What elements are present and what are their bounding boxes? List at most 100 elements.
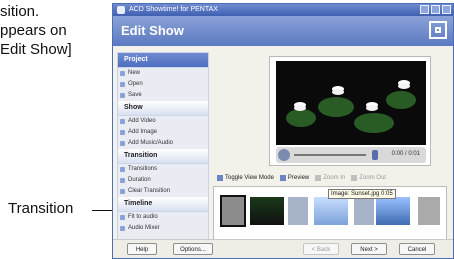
sidebar-item-audio-mixer[interactable]: Audio Mixer bbox=[118, 223, 208, 234]
zoom-out-icon bbox=[351, 175, 358, 181]
leaf-shape bbox=[286, 109, 316, 127]
preview-panel: 0:00 / 0:01 bbox=[269, 56, 431, 166]
timeline-clip[interactable] bbox=[250, 197, 284, 225]
sidebar-section-timeline: Timeline Fit to audio Audio Mixer bbox=[118, 197, 208, 234]
sidebar-section-title-timeline: Timeline bbox=[118, 197, 208, 212]
leaf-shape bbox=[318, 97, 354, 117]
play-button[interactable] bbox=[278, 149, 290, 161]
sidebar-item-label: Add Image bbox=[128, 129, 158, 135]
sidebar-section-show: Show Add Video Add Image Add Music/Audio bbox=[118, 101, 208, 149]
document-text-block: sition. ppears on Edit Show] bbox=[0, 2, 112, 59]
sidebar-section-transition: Transition Transitions Duration Clear Tr… bbox=[118, 149, 208, 197]
transition-slot-selected[interactable] bbox=[220, 195, 246, 227]
document-line-1: sition. bbox=[0, 3, 40, 20]
playback-time: 0:00 / 0:01 bbox=[391, 151, 420, 157]
clock-icon bbox=[120, 178, 125, 183]
flower-shape bbox=[332, 89, 344, 95]
sidebar-item-clear-transition[interactable]: Clear Transition bbox=[118, 186, 208, 197]
sidebar-section-title-show: Show bbox=[118, 101, 208, 116]
save-icon bbox=[120, 93, 125, 98]
zoom-out-button[interactable]: Zoom Out bbox=[351, 175, 386, 181]
sidebar-item-transitions[interactable]: Transitions bbox=[118, 164, 208, 175]
mixer-icon bbox=[120, 226, 125, 231]
clear-icon bbox=[120, 189, 125, 194]
sidebar-item-label: Duration bbox=[128, 177, 151, 183]
clip-tooltip: Image: Sunset.jpg 0:05 bbox=[328, 189, 396, 199]
preview-label: Preview bbox=[287, 175, 310, 181]
sidebar-item-label: Open bbox=[128, 81, 143, 87]
transition-slot[interactable] bbox=[418, 197, 440, 225]
close-button[interactable] bbox=[442, 5, 451, 14]
timeline-toolbar: Toggle View Mode Preview Zoom In Zoom Ou… bbox=[213, 172, 451, 184]
options-button[interactable]: Options... bbox=[173, 243, 213, 255]
music-icon bbox=[120, 141, 125, 146]
zoom-in-icon bbox=[315, 175, 322, 181]
callout-transition-label: Transition bbox=[8, 200, 74, 217]
minimize-button[interactable] bbox=[420, 5, 429, 14]
sidebar-item-fit-to-audio[interactable]: Fit to audio bbox=[118, 212, 208, 223]
sidebar-item-label: Audio Mixer bbox=[128, 225, 160, 231]
sidebar-section-project: Project New Open Save bbox=[118, 53, 208, 101]
zoom-out-label: Zoom Out bbox=[359, 175, 386, 181]
open-icon bbox=[120, 82, 125, 87]
sidebar: Project New Open Save Show Add Video Add… bbox=[117, 52, 209, 242]
flower-shape bbox=[294, 105, 306, 111]
playback-controls: 0:00 / 0:01 bbox=[276, 147, 426, 163]
window-buttons bbox=[420, 5, 451, 14]
window-title: ACD Showtime! for PENTAX bbox=[129, 6, 218, 13]
seek-slider[interactable] bbox=[294, 154, 366, 156]
preview-button[interactable]: Preview bbox=[279, 175, 310, 181]
bottom-bar: Help Options... < Back Next > Cancel bbox=[113, 239, 453, 258]
app-window: ACD Showtime! for PENTAX Edit Show Proje… bbox=[112, 3, 454, 259]
toggle-view-label: Toggle View Mode bbox=[225, 175, 274, 181]
sidebar-item-label: Save bbox=[128, 92, 142, 98]
cancel-button[interactable]: Cancel bbox=[399, 243, 435, 255]
transition-slot[interactable] bbox=[288, 197, 308, 225]
zoom-in-button[interactable]: Zoom In bbox=[315, 175, 345, 181]
edit-show-header: Edit Show bbox=[113, 16, 453, 46]
page-title: Edit Show bbox=[121, 23, 184, 38]
sidebar-item-label: Clear Transition bbox=[128, 188, 171, 194]
flower-shape bbox=[398, 83, 410, 89]
edit-show-icon bbox=[429, 21, 447, 39]
next-button[interactable]: Next > bbox=[351, 243, 387, 255]
timeline-clip[interactable] bbox=[314, 197, 348, 225]
toggle-view-icon bbox=[217, 175, 223, 181]
sidebar-section-title-transition: Transition bbox=[118, 149, 208, 164]
sidebar-item-duration[interactable]: Duration bbox=[118, 175, 208, 186]
sidebar-item-save[interactable]: Save bbox=[118, 90, 208, 101]
app-icon bbox=[117, 6, 125, 14]
leaf-shape bbox=[354, 113, 394, 133]
sidebar-item-add-music-audio[interactable]: Add Music/Audio bbox=[118, 138, 208, 149]
sidebar-item-label: Add Music/Audio bbox=[128, 140, 174, 146]
maximize-button[interactable] bbox=[431, 5, 440, 14]
video-icon bbox=[120, 119, 125, 124]
sidebar-item-new[interactable]: New bbox=[118, 68, 208, 79]
toggle-view-mode-button[interactable]: Toggle View Mode bbox=[217, 175, 274, 181]
document-line-2: ppears on bbox=[0, 22, 67, 39]
image-icon bbox=[120, 130, 125, 135]
help-button[interactable]: Help bbox=[127, 243, 157, 255]
zoom-in-label: Zoom In bbox=[323, 175, 346, 181]
transition-icon bbox=[120, 167, 125, 172]
sidebar-section-title-project: Project bbox=[118, 53, 208, 68]
flower-shape bbox=[366, 105, 378, 111]
sidebar-item-add-image[interactable]: Add Image bbox=[118, 127, 208, 138]
sidebar-item-add-video[interactable]: Add Video bbox=[118, 116, 208, 127]
sidebar-item-open[interactable]: Open bbox=[118, 79, 208, 90]
transition-slot[interactable] bbox=[354, 197, 374, 225]
sidebar-item-label: Transitions bbox=[128, 166, 158, 172]
document-line-3: Edit Show] bbox=[0, 41, 72, 58]
timeline-strip: Image: Sunset.jpg 0:05 bbox=[213, 186, 447, 246]
titlebar: ACD Showtime! for PENTAX bbox=[113, 4, 453, 16]
back-button[interactable]: < Back bbox=[303, 243, 339, 255]
fit-icon bbox=[120, 215, 125, 220]
video-preview bbox=[276, 61, 426, 145]
volume-knob[interactable] bbox=[372, 150, 378, 160]
timeline-clip[interactable] bbox=[376, 197, 410, 225]
sidebar-item-label: Add Video bbox=[128, 118, 156, 124]
sidebar-item-label: New bbox=[128, 70, 141, 76]
preview-icon bbox=[279, 175, 286, 181]
sidebar-item-label: Fit to audio bbox=[128, 214, 158, 220]
leaf-shape bbox=[386, 91, 416, 109]
